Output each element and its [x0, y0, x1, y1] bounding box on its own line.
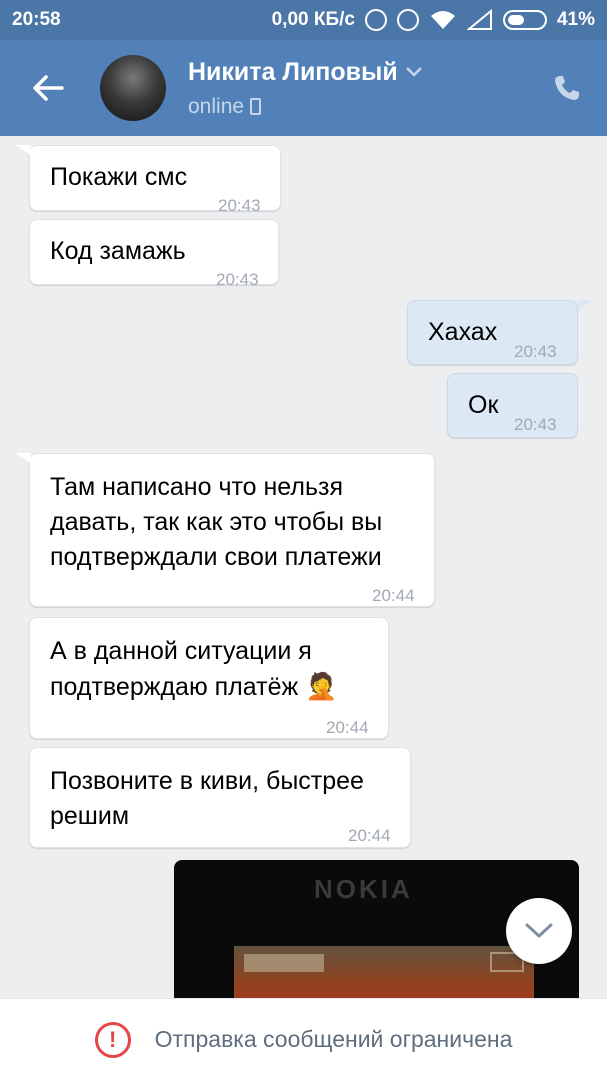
exclamation-icon: !	[94, 1021, 131, 1058]
message-in[interactable]: Код замажь 20:43	[29, 219, 279, 289]
arrow-left-icon	[33, 75, 64, 101]
message-list[interactable]: Покажи смс 20:43 Код замажь 20:43 Хахах …	[0, 136, 607, 998]
message-line: А в данной ситуации я	[50, 637, 312, 665]
signal-icon	[466, 9, 492, 30]
chevron-down-icon	[525, 923, 553, 939]
message-time: 20:43	[218, 196, 261, 215]
message-time: 20:43	[514, 415, 557, 434]
contact-name: Никита Липовый	[188, 57, 398, 86]
message-time: 20:43	[216, 270, 259, 289]
message-text: Покажи смс	[50, 163, 188, 191]
alarm-icon	[396, 9, 419, 31]
message-in[interactable]: Позвоните в киви, быстрее решим 20:44	[29, 747, 411, 848]
message-time: 20:44	[348, 826, 391, 845]
message-time: 20:44	[372, 586, 415, 605]
wifi-icon	[430, 11, 455, 29]
call-button[interactable]	[527, 40, 607, 136]
message-out[interactable]: Ок 20:43	[447, 373, 578, 438]
message-text: Код замажь	[50, 237, 186, 265]
chat-header: Никита Липовый online	[0, 40, 607, 136]
message-time: 20:43	[514, 342, 557, 361]
message-line: подтверждали свои платежи	[50, 543, 382, 571]
bubble-tail	[15, 453, 31, 463]
avatar[interactable]	[100, 55, 166, 121]
message-text: Там написано что нельзя давать, так как …	[50, 470, 382, 575]
messaging-restricted-bar: ! Отправка сообщений ограничена	[0, 998, 607, 1080]
photo-screen	[234, 946, 534, 998]
bubble-tail	[15, 145, 31, 155]
contact-status: online	[188, 94, 245, 118]
mobile-icon	[250, 98, 262, 115]
back-button[interactable]	[0, 40, 96, 136]
status-time: 20:58	[12, 9, 61, 30]
message-text: Ок	[468, 391, 499, 419]
facepalm-emoji: 🤦	[305, 671, 338, 701]
photo-caption: NOKIA	[314, 874, 413, 904]
message-line: давать, так как это чтобы вы	[50, 508, 383, 536]
battery-icon	[502, 10, 547, 30]
message-line: Позвоните в киви, быстрее	[50, 767, 364, 795]
network-speed: 0,00 КБ/с	[271, 9, 355, 30]
sync-icon	[364, 9, 387, 31]
message-line: Там написано что нельзя	[50, 473, 343, 501]
message-line: решим	[50, 802, 130, 830]
message-time: 20:44	[326, 718, 369, 737]
message-line: подтверждаю платёж	[50, 673, 299, 701]
battery-level: 41%	[556, 9, 595, 30]
restriction-text: Отправка сообщений ограничена	[154, 1026, 513, 1052]
message-in[interactable]: Там написано что нельзя давать, так как …	[29, 453, 435, 607]
status-bar: 20:58 0,00 КБ/с 41%	[0, 0, 607, 40]
bubble-tail	[578, 300, 594, 310]
contact-info[interactable]: Никита Липовый online	[188, 58, 422, 119]
message-in[interactable]: А в данной ситуации я подтверждаю платёж…	[29, 617, 389, 739]
message-text: Позвоните в киви, быстрее решим	[50, 764, 364, 834]
scroll-down-button[interactable]	[506, 898, 572, 964]
message-text: Хахах	[428, 318, 498, 346]
message-out[interactable]: Хахах 20:43	[407, 300, 578, 365]
phone-icon	[555, 76, 579, 100]
chevron-down-icon	[405, 67, 422, 77]
message-text: А в данной ситуации я подтверждаю платёж…	[50, 634, 338, 705]
message-in[interactable]: Покажи смс 20:43	[29, 145, 281, 215]
